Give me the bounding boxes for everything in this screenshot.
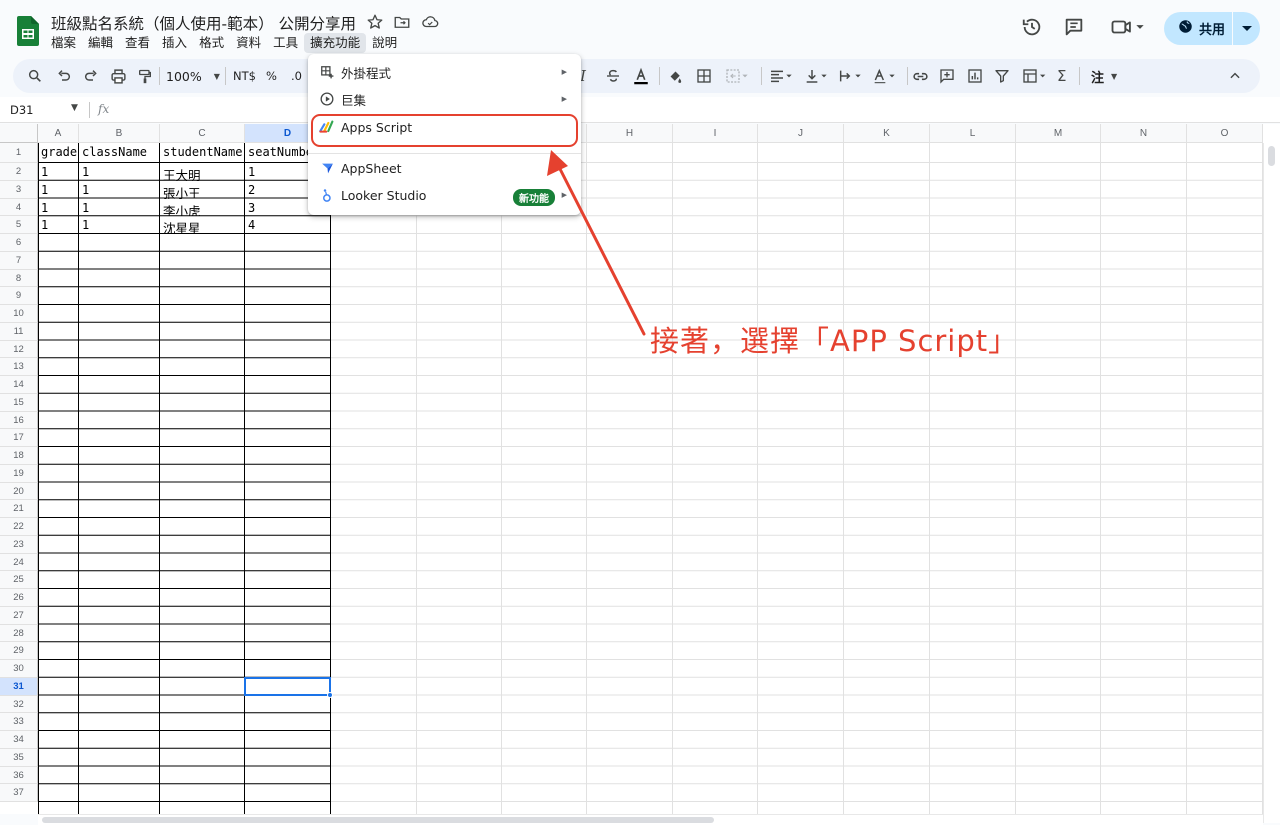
annotation-text: 接著，選擇「APP Script」: [650, 324, 1019, 358]
annotation-arrow: [547, 150, 646, 336]
